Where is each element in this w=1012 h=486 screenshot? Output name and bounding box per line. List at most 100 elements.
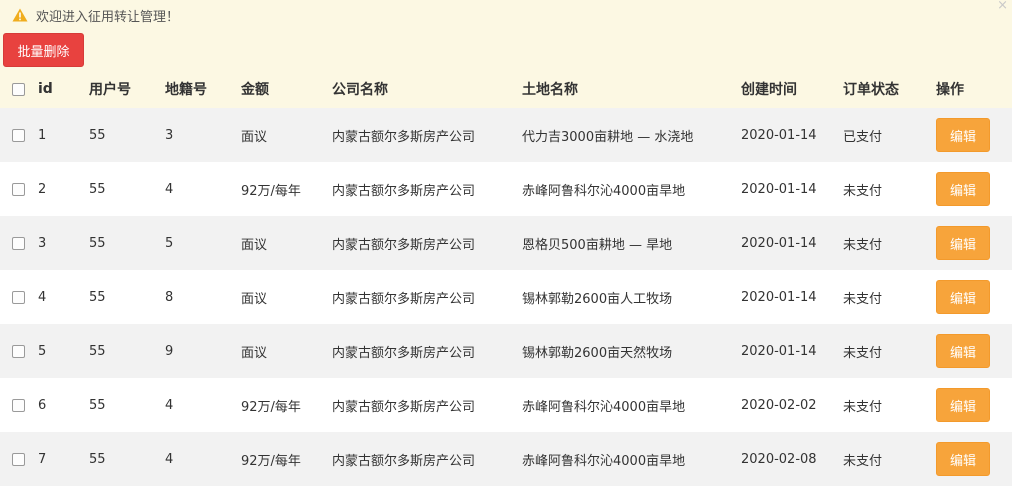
cell-land-no: 4 [165,181,174,197]
table-row: 4 55 8 面议 内蒙古额尔多斯房产公司 锡林郭勒2600亩人工牧场 2020… [0,270,1012,324]
header-land-no: 地籍号 [165,82,207,98]
header-id: id [38,81,53,97]
cell-status: 未支付 [843,399,883,415]
table-header-row: id 用户号 地籍号 金额 公司名称 土地名称 创建时间 订单状态 操作 [0,70,1012,108]
cell-created: 2020-01-14 [741,343,817,359]
cell-user-no: 55 [89,343,106,359]
cell-id: 1 [38,127,47,143]
cell-created: 2020-01-14 [741,235,817,251]
cell-status: 未支付 [843,291,883,307]
cell-amount: 92万/每年 [241,399,301,415]
table-row: 7 55 4 92万/每年 内蒙古额尔多斯房产公司 赤峰阿鲁科尔沁4000亩旱地… [0,432,1012,486]
header-land-name: 土地名称 [522,82,578,98]
row-checkbox[interactable] [12,398,25,412]
cell-amount: 92万/每年 [241,453,301,469]
cell-land-name: 恩格贝500亩耕地 — 旱地 [522,237,673,253]
cell-land-no: 5 [165,235,174,251]
table-row: 1 55 3 面议 内蒙古额尔多斯房产公司 代力吉3000亩耕地 — 水浇地 2… [0,108,1012,162]
cell-company: 内蒙古额尔多斯房产公司 [332,237,476,253]
header-status: 订单状态 [843,82,899,98]
cell-company: 内蒙古额尔多斯房产公司 [332,345,476,361]
cell-created: 2020-01-14 [741,127,817,143]
header-company: 公司名称 [332,82,388,98]
edit-button[interactable]: 编辑 [936,226,990,260]
cell-company: 内蒙古额尔多斯房产公司 [332,129,476,145]
cell-actions: 编辑 [936,324,1012,378]
close-icon[interactable]: × [997,0,1008,13]
edit-button[interactable]: 编辑 [936,172,990,206]
cell-land-name: 赤峰阿鲁科尔沁4000亩旱地 [522,453,686,469]
cell-status: 未支付 [843,237,883,253]
edit-button[interactable]: 编辑 [936,280,990,314]
table-row: 3 55 5 面议 内蒙古额尔多斯房产公司 恩格贝500亩耕地 — 旱地 202… [0,216,1012,270]
cell-created: 2020-01-14 [741,289,817,305]
cell-actions: 编辑 [936,108,1012,162]
cell-land-no: 4 [165,451,174,467]
row-select-cell [0,108,38,162]
row-checkbox[interactable] [12,290,25,304]
cell-land-name: 锡林郭勒2600亩天然牧场 [522,345,673,361]
row-checkbox[interactable] [12,452,25,466]
select-all-checkbox[interactable] [12,82,25,96]
header-actions: 操作 [936,82,964,98]
cell-status: 未支付 [843,453,883,469]
cell-land-no: 3 [165,127,174,143]
row-select-cell [0,162,38,216]
row-select-cell [0,378,38,432]
row-select-cell [0,270,38,324]
data-table: id 用户号 地籍号 金额 公司名称 土地名称 创建时间 订单状态 操作 1 5… [0,70,1012,486]
cell-company: 内蒙古额尔多斯房产公司 [332,399,476,415]
cell-user-no: 55 [89,451,106,467]
cell-created: 2020-02-02 [741,397,817,413]
warning-icon [12,8,28,22]
row-select-cell [0,324,38,378]
cell-status: 未支付 [843,183,883,199]
cell-land-name: 赤峰阿鲁科尔沁4000亩旱地 [522,399,686,415]
cell-user-no: 55 [89,397,106,413]
edit-button[interactable]: 编辑 [936,334,990,368]
cell-land-no: 9 [165,343,174,359]
cell-id: 4 [38,289,47,305]
cell-actions: 编辑 [936,270,1012,324]
alert-bar: 欢迎进入征用转让管理！ [0,0,1012,30]
cell-actions: 编辑 [936,432,1012,486]
batch-delete-button[interactable]: 批量删除 [3,33,84,67]
cell-user-no: 55 [89,289,106,305]
cell-status: 未支付 [843,345,883,361]
cell-amount: 面议 [241,345,268,361]
cell-land-no: 8 [165,289,174,305]
edit-button[interactable]: 编辑 [936,118,990,152]
header-user-no: 用户号 [89,82,131,98]
cell-land-name: 赤峰阿鲁科尔沁4000亩旱地 [522,183,686,199]
cell-id: 3 [38,235,47,251]
row-checkbox[interactable] [12,344,25,358]
alert-message: 欢迎进入征用转让管理！ [36,9,180,25]
row-checkbox[interactable] [12,182,25,196]
row-checkbox[interactable] [12,128,25,142]
cell-user-no: 55 [89,181,106,197]
edit-button[interactable]: 编辑 [936,442,990,476]
cell-land-name: 代力吉3000亩耕地 — 水浇地 [522,129,694,145]
cell-id: 7 [38,451,47,467]
cell-created: 2020-02-08 [741,451,817,467]
cell-id: 6 [38,397,47,413]
cell-land-name: 锡林郭勒2600亩人工牧场 [522,291,673,307]
cell-amount: 面议 [241,237,268,253]
cell-created: 2020-01-14 [741,181,817,197]
cell-user-no: 55 [89,235,106,251]
table-row: 5 55 9 面议 内蒙古额尔多斯房产公司 锡林郭勒2600亩天然牧场 2020… [0,324,1012,378]
row-checkbox[interactable] [12,236,25,250]
cell-company: 内蒙古额尔多斯房产公司 [332,291,476,307]
row-select-cell [0,216,38,270]
select-all-cell [0,70,38,108]
cell-actions: 编辑 [936,378,1012,432]
cell-actions: 编辑 [936,162,1012,216]
row-select-cell [0,432,38,486]
edit-button[interactable]: 编辑 [936,388,990,422]
cell-id: 2 [38,181,47,197]
header-created: 创建时间 [741,82,797,98]
cell-id: 5 [38,343,47,359]
cell-company: 内蒙古额尔多斯房产公司 [332,453,476,469]
cell-status: 已支付 [843,129,883,145]
cell-amount: 92万/每年 [241,183,301,199]
